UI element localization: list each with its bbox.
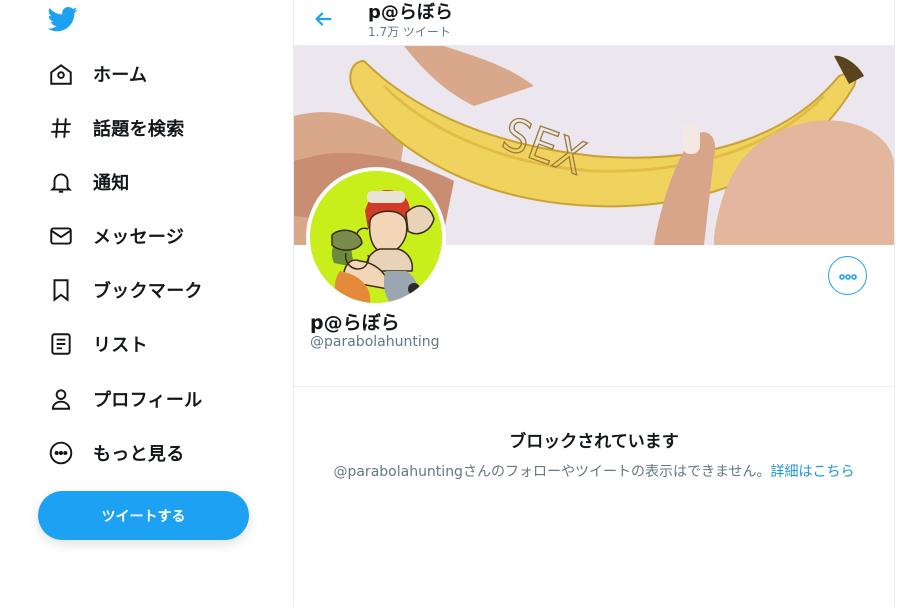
sidebar-item-notifications[interactable]: 通知 [46,164,130,200]
back-arrow-icon[interactable] [312,8,334,30]
learn-more-link[interactable]: 詳細はこちら [771,464,855,480]
page-title: p@らぼら [368,2,453,23]
tweet-button[interactable]: ツイートする [38,491,249,540]
more-options-button[interactable] [828,256,867,295]
sidebar-item-label: メッセージ [93,227,185,248]
avatar-image [310,171,442,303]
sidebar: ホーム 話題を検索 通知 メッセージ ブックマーク リスト プロフィール もっと… [0,0,293,607]
sidebar-item-bookmarks[interactable]: ブックマーク [46,272,203,308]
profile-header: p@らぼら 1.7万 ツイート [294,0,894,46]
twitter-bird-icon[interactable] [47,4,79,34]
person-icon [46,384,76,414]
list-icon [46,329,76,359]
blocked-message-text: @parabolahuntingさんのフォローやツイートの表示はできません。 [333,464,771,480]
sidebar-item-label: 通知 [93,173,130,194]
sidebar-item-label: もっと見る [93,444,185,465]
profile-name: p@らぼら [310,312,400,334]
sidebar-item-label: 話題を検索 [93,119,185,140]
sidebar-item-explore[interactable]: 話題を検索 [46,110,185,146]
bell-icon [46,167,76,197]
mail-icon [46,221,76,251]
sidebar-item-home[interactable]: ホーム [46,56,147,92]
avatar[interactable] [306,167,446,307]
tweet-count: 1.7万 ツイート [368,25,451,39]
sidebar-item-profile[interactable]: プロフィール [46,381,202,417]
divider [294,386,894,387]
hashtag-icon [46,113,76,143]
sidebar-item-label: リスト [93,335,148,356]
sidebar-item-label: ホーム [93,65,148,86]
profile-handle: @parabolahunting [310,334,440,350]
bookmark-icon [46,275,76,305]
more-circle-icon [46,438,76,468]
blocked-title: ブロックされています [509,432,679,452]
sidebar-item-messages[interactable]: メッセージ [46,218,184,254]
profile-column: p@らぼら 1.7万 ツイート SEX p@らぼら @parabolahunti… [293,0,895,607]
home-icon [46,59,76,89]
sidebar-item-lists[interactable]: リスト [46,326,148,362]
blocked-message: @parabolahuntingさんのフォローやツイートの表示はできません。詳細… [294,461,894,481]
sidebar-item-label: ブックマーク [93,281,203,302]
sidebar-item-label: プロフィール [93,390,203,411]
more-dots-icon [838,266,858,285]
sidebar-item-more[interactable]: もっと見る [46,435,185,471]
